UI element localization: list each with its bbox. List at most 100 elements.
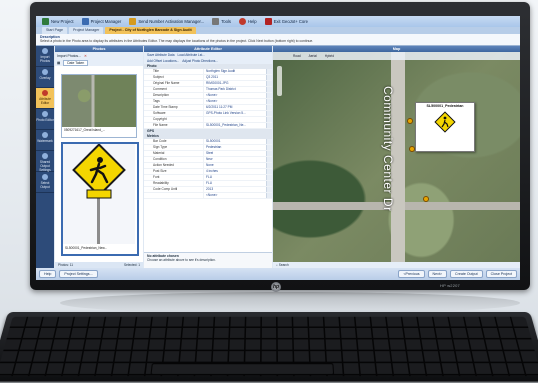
help-button[interactable]: Help [39,270,57,278]
map-view-road[interactable]: Road [293,52,301,60]
create-output-button[interactable]: Create Output [450,270,483,278]
chevron-down-icon[interactable] [266,193,272,198]
attribute-value[interactable]: SL500001 [203,139,266,144]
attribute-value[interactable]: Q3 2011 [203,75,266,80]
workflow-sidebar: Import Photos Overlay Attribute Editor P… [36,46,54,268]
send-number-label: Send Number Activation Manager... [138,19,205,24]
attribute-key: Title [153,69,159,73]
load-attribute-button[interactable]: Load Attribute Lst... [177,53,204,57]
attribute-row[interactable]: <None> [144,193,272,199]
new-project-button[interactable]: New Project [42,18,74,25]
send-number-icon [129,18,137,25]
attribute-key: Sign Type [153,145,168,149]
adjust-directions-button[interactable]: Adjust Photo Directions... [182,59,218,63]
sidebar-item-overlay[interactable]: Overlay [36,67,54,88]
send-number-button[interactable]: Send Number Activation Manager... [129,18,204,25]
help-menu-button[interactable]: Help [238,18,257,25]
pedestrian-sign-image [63,143,135,244]
attribute-key: Copyright [153,117,167,121]
chevron-down-icon[interactable] [266,175,272,180]
sidebar-item-photo-editor[interactable]: Photo Editor [36,109,54,130]
attribute-value[interactable]: New [203,157,266,162]
attribute-value[interactable]: FLU [203,181,266,186]
attribute-value[interactable]: 4 inches [203,169,266,174]
chevron-down-icon[interactable] [266,81,272,86]
chevron-down-icon[interactable] [266,139,272,144]
photo-caption: SL500001_Pedestrian_New... [65,246,108,250]
attribute-value[interactable]: 6/2/2011 11:27 PM [203,105,266,110]
chevron-down-icon[interactable] [266,123,272,128]
attribute-value[interactable]: FLU [203,175,266,180]
attribute-value[interactable]: RIMG0001.JPG [203,81,266,86]
chevron-down-icon[interactable] [266,105,272,110]
project-manager-button[interactable]: Project Manager [81,18,121,25]
attribute-value[interactable]: <None> [203,93,266,98]
attribute-value[interactable]: GPS-Photo Link Version 5... [203,111,266,116]
grid-view-icon[interactable]: ▦ [57,61,60,65]
next-button[interactable]: Next> [427,270,448,278]
chevron-down-icon[interactable] [266,75,272,80]
chevron-down-icon[interactable] [266,169,272,174]
attribute-value[interactable]: Steel [203,151,266,156]
chevron-down-icon[interactable] [266,157,272,162]
attribute-value[interactable]: Thomas Park District [203,87,266,92]
close-project-button[interactable]: Close Project [485,270,517,278]
photo-thumbnail[interactable]: 0509271617_Great Island_... [61,74,137,138]
tab-project[interactable]: Project - City of Northglen Barcode & Si… [105,27,196,34]
save-attribute-button[interactable]: Save Attribute Data [147,53,174,57]
chevron-down-icon[interactable] [266,151,272,156]
chevron-down-icon[interactable] [266,111,272,116]
sidebar-item-attribute-editor[interactable]: Attribute Editor [36,88,54,109]
sidebar-item-shared-output[interactable]: Shared Output Settings [36,151,54,172]
photo-pin-icon[interactable] [423,196,429,202]
exit-button[interactable]: Exit GeoJot+ Core [264,18,308,25]
attribute-value[interactable]: <None> [203,193,266,198]
sort-select[interactable]: Date Taken [63,59,89,66]
attribute-value[interactable] [203,117,266,122]
close-icon[interactable]: ✕ [84,54,87,58]
chevron-down-icon[interactable] [266,117,272,122]
map-view-aerial[interactable]: Aerial [309,52,317,60]
tools-button[interactable]: Tools [212,18,231,25]
chevron-down-icon[interactable] [266,69,272,74]
chevron-down-icon[interactable] [266,87,272,92]
attribute-key: Material [153,151,165,155]
attribute-value[interactable]: 2013 [203,187,266,192]
sidebar-item-import-photos[interactable]: Import Photos [36,46,54,67]
tab-project-manager[interactable]: Project Manager [68,27,104,34]
attribute-value[interactable]: Pedestrian [203,145,266,150]
aerial-photo-image [62,75,136,127]
chevron-down-icon[interactable] [266,145,272,150]
chevron-down-icon[interactable] [266,93,272,98]
photo-pin-icon[interactable] [407,118,413,124]
attribute-icon [42,90,48,96]
map-photo-popup[interactable]: SL500001_Pedestrian [415,102,475,152]
chevron-down-icon[interactable] [266,181,272,186]
photos-sort-bar: ▦ Date Taken [55,59,143,66]
aerial-map[interactable] [273,52,520,262]
map-view-hybrid[interactable]: Hybrid [325,52,334,60]
attribute-key: Code Comp Until [153,187,178,191]
photo-editor-icon [42,111,48,117]
photo-thumbnail-selected[interactable]: SL500001_Pedestrian_New... [61,142,139,256]
attribute-key: File Name [153,123,168,127]
attribute-value[interactable]: None [203,163,266,168]
attribute-value[interactable]: Northglen Sign Audit [203,69,266,74]
chevron-down-icon[interactable] [266,163,272,168]
sidebar-item-label: Select Output [40,181,50,189]
chevron-down-icon[interactable] [266,99,272,104]
chevron-down-icon[interactable] [266,187,272,192]
sidebar-item-select-output[interactable]: Select Output [36,172,54,193]
sidebar-item-watermark[interactable]: Watermark [36,130,54,151]
attribute-key: Subject [153,75,164,79]
tab-start-page[interactable]: Start Page [42,27,67,34]
project-settings-button[interactable]: Project Settings... [59,270,98,278]
popup-title: SL500001_Pedestrian [426,104,464,108]
add-offset-button[interactable]: Add Offset Locations... [147,59,179,63]
attribute-value[interactable]: SL500001_Pedestrian_Ne... [203,123,266,128]
zoom-control[interactable] [277,66,282,96]
import-photos-button[interactable]: Import Photos... [57,54,81,58]
previous-button[interactable]: <Previous [398,270,425,278]
attribute-description: No attribute chosen Choose an attribute … [144,252,272,268]
attribute-value[interactable]: <None> [203,99,266,104]
